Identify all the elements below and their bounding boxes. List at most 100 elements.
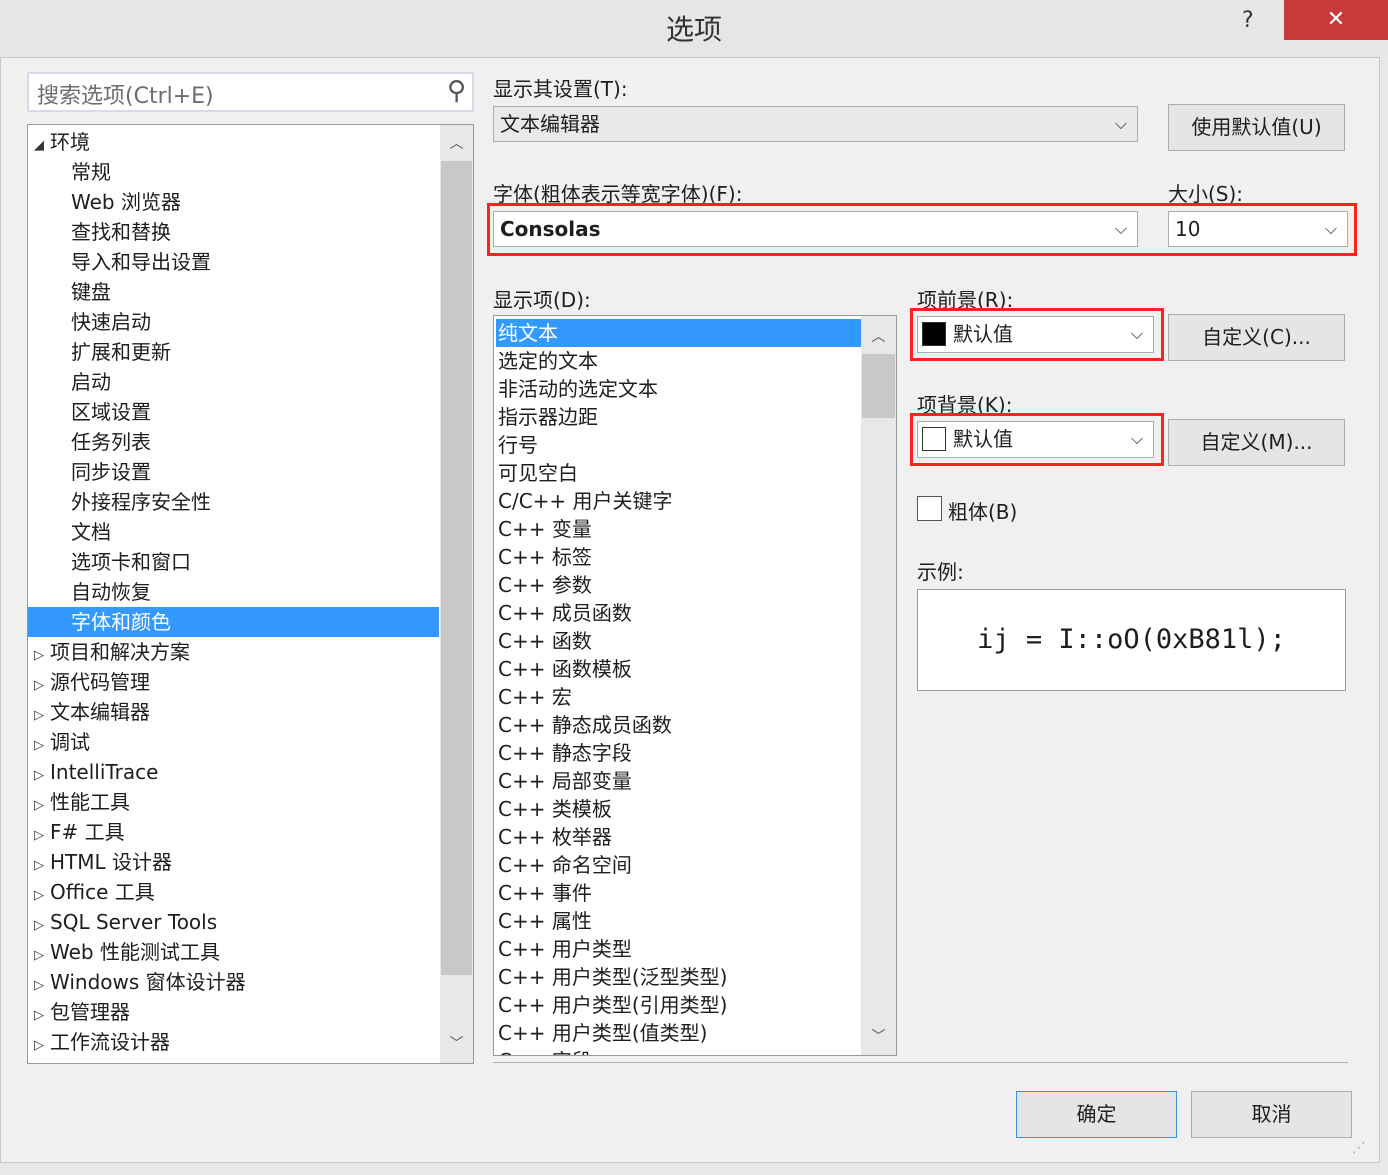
tree-item[interactable]: ▷ IntelliTrace: [28, 757, 439, 787]
tree-item[interactable]: ◢ 环境: [28, 127, 439, 157]
scroll-up-icon[interactable]: ︿: [861, 326, 896, 346]
display-item[interactable]: C++ 属性: [496, 907, 861, 935]
tree-item[interactable]: 自动恢复: [28, 577, 439, 607]
background-combo[interactable]: 默认值 ⌵: [917, 421, 1154, 458]
display-item[interactable]: 非活动的选定文本: [496, 375, 861, 403]
display-item[interactable]: 行号: [496, 431, 861, 459]
tree-item[interactable]: 区域设置: [28, 397, 439, 427]
display-item[interactable]: C++ 标签: [496, 543, 861, 571]
tree-item[interactable]: 外接程序安全性: [28, 487, 439, 517]
display-item[interactable]: C++ 宏: [496, 683, 861, 711]
tree-item[interactable]: ▷ 文本编辑器: [28, 697, 439, 727]
tree-item-label: 外接程序安全性: [71, 490, 211, 514]
tree-item[interactable]: ▷ 包管理器: [28, 997, 439, 1027]
display-item[interactable]: 可见空白: [496, 459, 861, 487]
tree-item[interactable]: ▷ SQL Server Tools: [28, 907, 439, 937]
scroll-thumb[interactable]: [862, 354, 895, 418]
scroll-up-icon[interactable]: ︿: [440, 133, 473, 153]
display-item[interactable]: C++ 参数: [496, 571, 861, 599]
tree-item[interactable]: ▷ Windows 窗体设计器: [28, 967, 439, 997]
tree-item[interactable]: 任务列表: [28, 427, 439, 457]
tree-item-label: 任务列表: [71, 430, 151, 454]
tree-item[interactable]: ▷ HTML 设计器: [28, 847, 439, 877]
tree-item[interactable]: 扩展和更新: [28, 337, 439, 367]
display-item[interactable]: C++ 用户类型: [496, 935, 861, 963]
resize-grip-icon[interactable]: ⋰: [1352, 1140, 1366, 1156]
tree-item-label: 调试: [50, 730, 90, 754]
tree-item-label: 查找和替换: [71, 220, 171, 244]
background-color-swatch: [922, 427, 946, 451]
tree-item[interactable]: 文档: [28, 517, 439, 547]
tree-item-label: 键盘: [71, 280, 111, 304]
tree-item[interactable]: ▷ F# 工具: [28, 817, 439, 847]
display-item[interactable]: C++ 用户类型(泛型类型): [496, 963, 861, 991]
expand-icon[interactable]: ▷: [28, 1031, 50, 1061]
display-item[interactable]: C++ 字段: [496, 1047, 861, 1055]
tree-item[interactable]: ▷ Office 工具: [28, 877, 439, 907]
list-scrollbar[interactable]: ︿ ﹀: [861, 316, 896, 1055]
tree-item-label: Web 浏览器: [71, 190, 181, 214]
search-input[interactable]: 搜索选项(Ctrl+E) ⚲: [27, 72, 474, 112]
size-combo[interactable]: 10 ⌵: [1168, 211, 1348, 247]
tree-item[interactable]: 字体和颜色: [28, 607, 439, 637]
tree-item[interactable]: 键盘: [28, 277, 439, 307]
display-item[interactable]: C++ 用户类型(值类型): [496, 1019, 861, 1047]
scroll-thumb[interactable]: [441, 161, 472, 975]
close-button[interactable]: ✕: [1284, 0, 1388, 40]
tree-item-label: 扩展和更新: [71, 340, 171, 364]
display-item[interactable]: 指示器边距: [496, 403, 861, 431]
display-item[interactable]: C++ 用户类型(引用类型): [496, 991, 861, 1019]
display-item[interactable]: C++ 静态成员函数: [496, 711, 861, 739]
display-item[interactable]: C++ 局部变量: [496, 767, 861, 795]
tree-item-label: 包管理器: [50, 1000, 130, 1024]
sample-label: 示例:: [917, 560, 964, 584]
display-item[interactable]: C++ 命名空间: [496, 851, 861, 879]
tree-item[interactable]: ▷ 项目和解决方案: [28, 637, 439, 667]
display-item[interactable]: C++ 类模板: [496, 795, 861, 823]
bold-checkbox[interactable]: [917, 496, 942, 521]
foreground-combo[interactable]: 默认值 ⌵: [917, 316, 1154, 353]
tree-item[interactable]: 快速启动: [28, 307, 439, 337]
tree-item[interactable]: ▷ 源代码管理: [28, 667, 439, 697]
tree-item[interactable]: 启动: [28, 367, 439, 397]
tree-scrollbar[interactable]: ︿ ﹀: [440, 125, 473, 1063]
background-value: 默认值: [953, 427, 1013, 451]
tree-item[interactable]: ▷ 工作流设计器: [28, 1027, 439, 1057]
search-icon[interactable]: ⚲: [447, 76, 466, 106]
tree-item[interactable]: ▷ Web 性能测试工具: [28, 937, 439, 967]
display-item[interactable]: C++ 变量: [496, 515, 861, 543]
display-item[interactable]: 纯文本: [496, 319, 861, 347]
custom-foreground-button[interactable]: 自定义(C)...: [1168, 314, 1345, 361]
scroll-down-icon[interactable]: ﹀: [440, 1033, 473, 1053]
display-item[interactable]: C++ 函数模板: [496, 655, 861, 683]
display-item[interactable]: C++ 静态字段: [496, 739, 861, 767]
tree-item[interactable]: 常规: [28, 157, 439, 187]
show-settings-combo[interactable]: 文本编辑器 ⌵: [493, 106, 1138, 142]
tree-item[interactable]: 导入和导出设置: [28, 247, 439, 277]
display-item[interactable]: C++ 成员函数: [496, 599, 861, 627]
display-item[interactable]: C++ 函数: [496, 627, 861, 655]
tree-item[interactable]: Web 浏览器: [28, 187, 439, 217]
tree-item[interactable]: ▷ 调试: [28, 727, 439, 757]
tree-item[interactable]: 同步设置: [28, 457, 439, 487]
chevron-down-icon: ⌵: [1130, 324, 1143, 343]
display-item[interactable]: C++ 枚举器: [496, 823, 861, 851]
tree-item-label: 文档: [71, 520, 111, 544]
tree-item[interactable]: ▷ 性能工具: [28, 787, 439, 817]
chevron-down-icon: ⌵: [1130, 429, 1143, 448]
display-item[interactable]: 选定的文本: [496, 347, 861, 375]
display-item[interactable]: C++ 事件: [496, 879, 861, 907]
cancel-button[interactable]: 取消: [1191, 1091, 1352, 1138]
font-combo[interactable]: Consolas ⌵: [493, 211, 1138, 247]
bold-label[interactable]: 粗体(B): [948, 496, 1017, 525]
tree-item[interactable]: 选项卡和窗口: [28, 547, 439, 577]
tree-item[interactable]: 查找和替换: [28, 217, 439, 247]
ok-button[interactable]: 确定: [1016, 1091, 1177, 1138]
display-item[interactable]: C/C++ 用户关键字: [496, 487, 861, 515]
help-button[interactable]: ?: [1242, 8, 1254, 33]
use-defaults-button[interactable]: 使用默认值(U): [1168, 104, 1345, 151]
tree-item-label: HTML 设计器: [50, 850, 173, 874]
tree-item-label: 环境: [50, 130, 90, 154]
scroll-down-icon[interactable]: ﹀: [861, 1026, 896, 1046]
custom-background-button[interactable]: 自定义(M)...: [1168, 419, 1345, 466]
